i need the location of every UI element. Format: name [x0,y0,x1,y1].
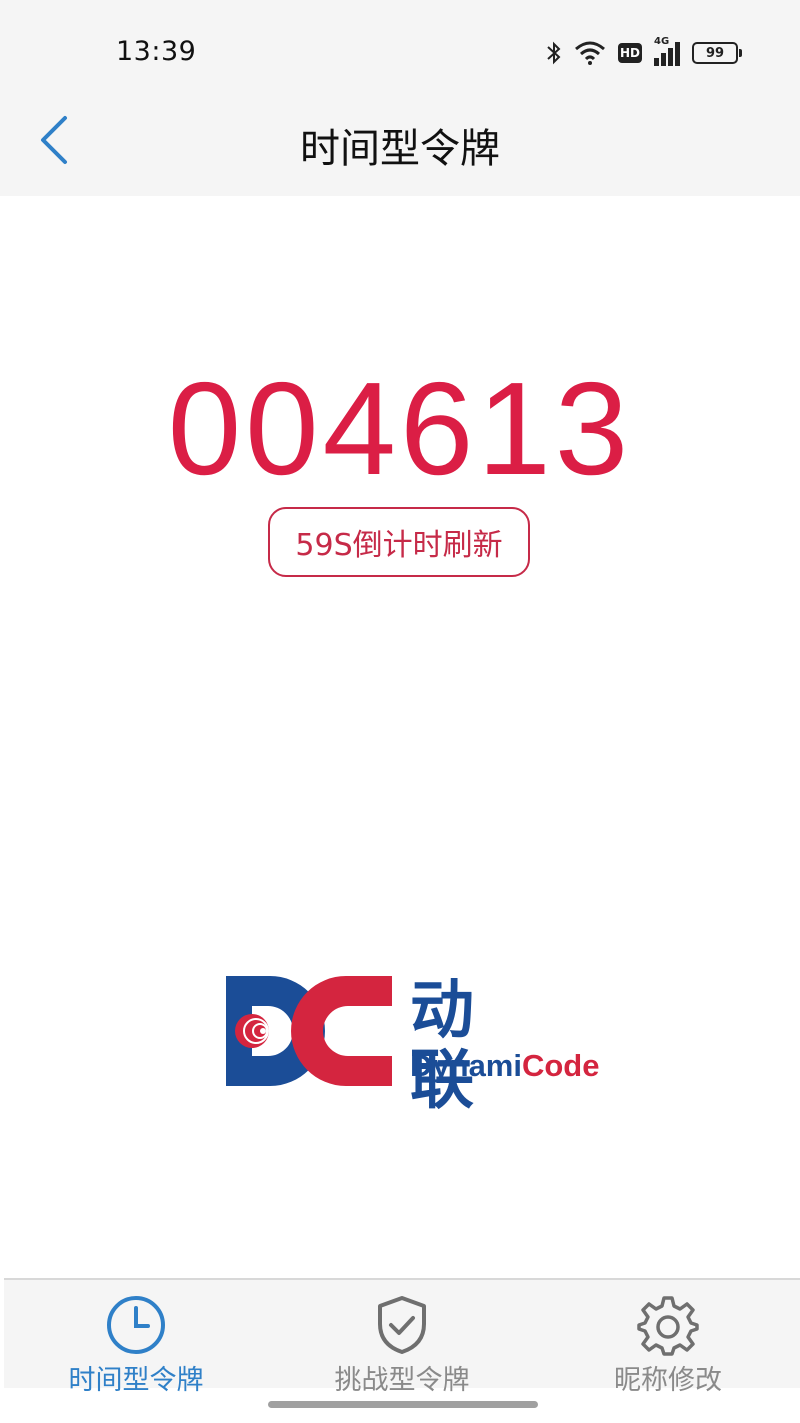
shield-check-icon [374,1294,430,1356]
logo-en-main: Dynami [410,1048,522,1083]
status-icons: HD 4G 99 [546,36,742,70]
tab-nickname-edit-label: 昵称修改 [614,1365,722,1396]
wifi-icon [574,41,606,65]
logo-chinese-text: 动 联 [410,974,500,1118]
tab-challenge-token-label: 挑战型令牌 [334,1365,470,1396]
status-time: 13:39 [116,36,197,67]
token-code: 004613 [167,355,633,502]
tab-nickname-edit[interactable]: 昵称修改 [568,1280,768,1396]
logo-english-text: DynamiCode [410,1048,599,1084]
gear-icon [637,1294,699,1356]
clock-icon [105,1294,167,1356]
main-content: 004613 59S倒计时刷新 动 联 DynamiCode [0,196,800,1278]
tab-time-token-label: 时间型令牌 [68,1365,204,1396]
battery-icon: 99 [692,42,742,64]
dc-logo-mark [226,976,392,1086]
tab-challenge-token[interactable]: 挑战型令牌 [302,1280,502,1396]
logo-en-accent: Code [521,1048,600,1083]
status-bar: 13:39 HD 4G 99 [0,0,800,100]
network-type-label: 4G [654,36,670,47]
countdown-badge: 59S倒计时刷新 [268,507,530,577]
hd-icon: HD [618,43,642,63]
battery-level: 99 [705,45,725,61]
dynamicode-logo: 动 联 DynamiCode [226,976,599,1116]
tab-time-token[interactable]: 时间型令牌 [36,1280,236,1396]
signal-icon: 4G [654,36,680,66]
bottom-tab-bar: 时间型令牌 挑战型令牌 昵称修改 [4,1278,800,1396]
nav-bar: 时间型令牌 [0,100,800,196]
home-indicator[interactable] [268,1401,538,1408]
bluetooth-icon [546,40,562,66]
page-title: 时间型令牌 [300,126,500,172]
